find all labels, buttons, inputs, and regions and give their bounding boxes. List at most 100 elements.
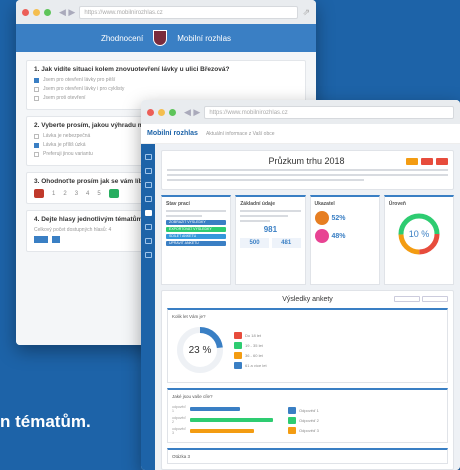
answer-option[interactable]: Jsem pro otevření lávky pro pěší xyxy=(34,77,298,83)
option-label: Jsem pro otevření lávky pro pěší xyxy=(43,77,116,83)
result-header: Otázka 3 xyxy=(172,454,191,459)
option-label: Jsem pro otevření lávky i pro cyklisty xyxy=(43,86,125,92)
results-title: Výsledky ankety xyxy=(282,296,333,303)
dashboard-icon[interactable] xyxy=(144,154,152,160)
results-filters xyxy=(394,296,448,302)
option-label: Celkový počet dostupných hlasů: 4 xyxy=(34,227,112,233)
app-topbar: Mobilní rozhlas Aktuální informace z Vaš… xyxy=(141,124,460,144)
browser-toolbar: ◀ ▶ https://www.mobilnirozhlas.cz ⇗ xyxy=(16,0,316,24)
maximize-window-button[interactable] xyxy=(44,8,51,16)
maximize-window-button[interactable] xyxy=(169,108,176,116)
edit-survey-button[interactable]: UPRAVIT ANKETU xyxy=(166,241,227,246)
stat-card: Ukazatel 52% 48% xyxy=(309,195,380,285)
tab-zhodnoceni[interactable]: Zhodnocení xyxy=(101,34,143,43)
rating-option[interactable]: 5 xyxy=(97,191,100,197)
bar-row: odpověď 3 xyxy=(172,427,282,435)
checkbox-icon[interactable] xyxy=(34,142,39,148)
female-avatar-icon xyxy=(314,229,329,243)
radio-icon[interactable] xyxy=(34,95,39,101)
brand-logo[interactable]: Mobilní rozhlas xyxy=(147,130,198,137)
vote-plus-button[interactable] xyxy=(52,236,60,243)
minimize-window-button[interactable] xyxy=(33,8,40,16)
rating-option[interactable]: 4 xyxy=(86,191,89,197)
rating-option[interactable]: 2 xyxy=(63,191,66,197)
edit-button[interactable] xyxy=(405,157,418,165)
stat-title: Základní údaje xyxy=(240,201,275,207)
browser-toolbar: ◀ ▶ https://www.mobilnirozhlas.cz xyxy=(141,100,460,124)
settings-icon[interactable] xyxy=(144,252,152,258)
results-section: Výsledky ankety Kolik let Vám je? 23 % D… xyxy=(161,290,454,470)
calendar-icon[interactable] xyxy=(144,182,152,188)
answer-option[interactable]: Jsem pro otevření lávky i pro cyklisty xyxy=(34,86,298,92)
messages-icon[interactable] xyxy=(144,168,152,174)
legend-item: Do 18 let xyxy=(234,331,267,339)
count-a: 500 xyxy=(240,238,269,248)
vote-minus-button[interactable] xyxy=(34,236,48,243)
address-bar[interactable]: https://www.mobilnirozhlas.cz xyxy=(79,5,299,19)
users-icon[interactable] xyxy=(144,196,152,202)
legend-item: 61 a více let xyxy=(234,361,267,369)
nav-arrows-icon[interactable]: ◀ ▶ xyxy=(184,107,200,118)
donut-chart: 23 % xyxy=(177,327,223,373)
view-results-button[interactable]: ZOBRAZIT VÝSLEDKY xyxy=(166,220,227,225)
brand-subtitle: Aktuální informace z Vaší obce xyxy=(205,130,275,137)
page-title: Průzkum trhu 2018 xyxy=(268,156,345,166)
delete-button[interactable] xyxy=(435,157,448,165)
thumbs-down-icon[interactable] xyxy=(34,189,44,198)
male-percent: 52% xyxy=(331,214,346,222)
rating-option[interactable]: 3 xyxy=(75,191,78,197)
stat-card: Stav prací ZOBRAZIT VÝSLEDKY EXPORTOVAT … xyxy=(161,195,232,285)
gauge-value: 10 % xyxy=(409,229,430,239)
male-avatar-icon xyxy=(314,211,329,225)
stat-title: Úroveň xyxy=(388,201,406,207)
question-title: 1. Jak vidíte situaci kolem znovuotevřen… xyxy=(34,66,230,73)
documents-icon[interactable] xyxy=(144,224,152,230)
minimize-window-button[interactable] xyxy=(158,108,165,116)
survey-header-card: Průzkum trhu 2018 xyxy=(161,150,454,190)
close-window-button[interactable] xyxy=(147,108,154,116)
results-window: ◀ ▶ https://www.mobilnirozhlas.cz Mobiln… xyxy=(141,100,460,470)
close-window-button[interactable] xyxy=(22,8,29,16)
legend-item: Odpověď 2 xyxy=(288,416,319,424)
radio-icon[interactable] xyxy=(34,77,39,83)
option-label: Lávka je příliš úzká xyxy=(43,142,86,148)
legend-item: Odpověď 3 xyxy=(288,426,319,434)
rating-option[interactable]: 1 xyxy=(52,191,55,197)
brand-name: Mobilní rozhlas xyxy=(177,33,232,43)
checkbox-icon[interactable] xyxy=(34,133,39,139)
main-content: Průzkum trhu 2018 Stav prací ZOBRAZIT VÝ… xyxy=(155,144,460,470)
action-buttons xyxy=(405,157,448,165)
share-icon[interactable]: ⇗ xyxy=(302,7,310,18)
result-block: Kolik let Vám je? 23 % Do 18 let 19 - 35… xyxy=(167,308,448,383)
export-results-button[interactable]: EXPORTOVAT VÝSLEDKY xyxy=(166,227,227,232)
legend-item: Odpověď 1 xyxy=(288,406,319,414)
sidebar xyxy=(141,144,155,470)
female-percent: 48% xyxy=(331,232,346,240)
stat-card: Základní údaje 981 500 481 xyxy=(235,195,306,285)
app-header: Zhodnocení Mobilní rozhlas xyxy=(16,24,316,52)
nav-arrows-icon[interactable]: ◀ ▶ xyxy=(59,7,75,18)
bar-chart: odpověď 1 odpověď 2 odpověď 3 xyxy=(172,402,282,438)
sort-select[interactable] xyxy=(422,296,448,302)
result-header: Kolik let Vám je? xyxy=(172,314,206,319)
filter-select[interactable] xyxy=(394,296,420,302)
thumbs-up-icon[interactable] xyxy=(108,189,119,198)
gauge-chart: 10 % xyxy=(398,213,440,255)
radio-icon[interactable] xyxy=(34,86,39,92)
address-bar[interactable]: https://www.mobilnirozhlas.cz xyxy=(204,105,454,119)
result-block: Otázka 3 xyxy=(167,448,448,464)
town-crest-icon xyxy=(153,30,168,46)
stats-row: Stav prací ZOBRAZIT VÝSLEDKY EXPORTOVAT … xyxy=(161,195,454,285)
legend-item: 19 - 35 let xyxy=(234,341,267,349)
stats-icon[interactable] xyxy=(144,238,152,244)
stat-card: Úroveň 10 % xyxy=(383,195,454,285)
stat-title: Stav prací xyxy=(166,201,190,207)
share-survey-button[interactable]: SDÍLET ANKETU xyxy=(166,234,227,239)
survey-icon[interactable] xyxy=(144,210,152,216)
checkbox-icon[interactable] xyxy=(34,151,39,157)
tagline: n tématům. xyxy=(0,412,91,431)
stat-title: Ukazatel xyxy=(314,201,335,207)
share-button[interactable] xyxy=(420,157,433,165)
result-legend: Do 18 let 19 - 35 let 36 - 60 let 61 a v… xyxy=(234,329,267,372)
description-text xyxy=(167,169,448,181)
